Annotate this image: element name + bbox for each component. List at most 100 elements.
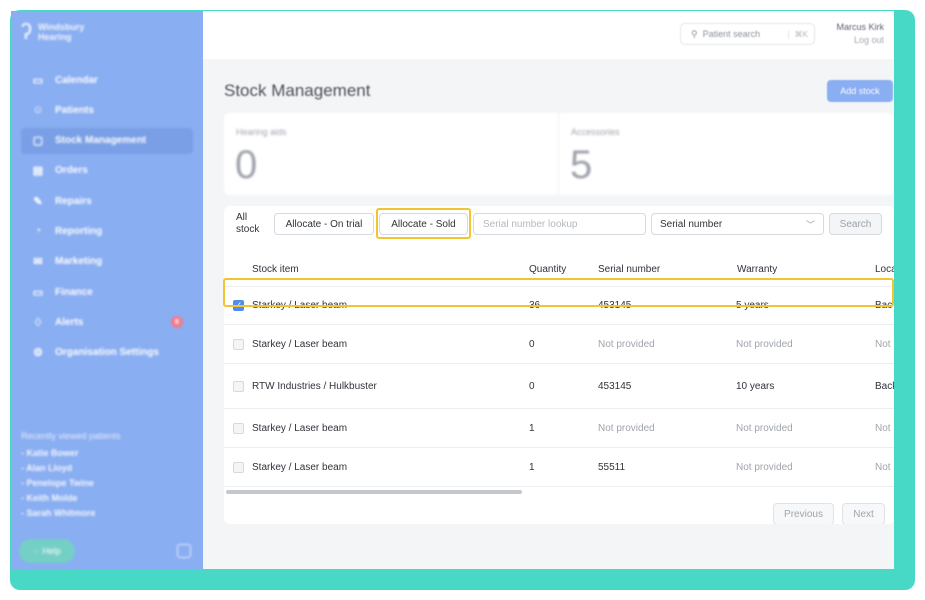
top-bar: ⚲ Patient search ⌘K Marcus Kirk Log out (203, 11, 894, 59)
table-row[interactable]: Starkey / Laser beam 1 55511 Not provided No… (224, 448, 894, 487)
checkmark-icon: ✓ (234, 300, 243, 310)
page-title: Stock Management (224, 81, 371, 100)
help-button[interactable]: ◌ Help (19, 539, 75, 563)
tab-all-stock-label-1: All (236, 212, 248, 223)
cell-warranty: Not provided (736, 423, 793, 434)
search-icon: ⚲ (691, 28, 698, 39)
stat-hearing-aids-value: 0 (235, 143, 258, 187)
cell-stock-item: Starkey / Laser beam (252, 300, 348, 311)
sidebar-collapse-icon[interactable] (177, 544, 191, 558)
table-horizontal-scrollbar[interactable] (226, 490, 522, 494)
sidebar-item-label: Calendar (55, 74, 98, 86)
cell-warranty: Not provided (736, 339, 793, 350)
row-checkbox[interactable] (233, 462, 244, 473)
cell-quantity: 1 (529, 423, 535, 434)
previous-page-button[interactable]: Previous (773, 503, 834, 524)
allocate-on-trial-button[interactable]: Allocate - On trial (274, 213, 374, 235)
sidebar-item-label: Organisation Settings (55, 347, 159, 359)
cell-location: Not (875, 462, 891, 473)
alerts-count-badge: 6 (171, 316, 183, 329)
sidebar-item-icon: ▭ (32, 74, 44, 87)
sidebar-item-label: Alerts (55, 316, 84, 328)
sidebar-item-calendar[interactable]: ▭ Calendar (21, 67, 193, 93)
recent-patients-title: Recently viewed patients (21, 431, 121, 441)
row-checkbox[interactable] (233, 339, 244, 350)
brand-logo[interactable]: ʔ Windsbury Hearing (21, 21, 84, 43)
table-row[interactable]: RTW Industries / Hulkbuster 0 453145 10 yea… (224, 364, 894, 409)
cell-serial-number: Not provided (598, 339, 655, 350)
recent-patient-link[interactable]: - Sarah Whitmore (21, 508, 121, 518)
table-row[interactable]: Starkey / Laser beam 1 Not provided Not pro… (224, 409, 894, 448)
recent-patient-link[interactable]: - Alan Lloyd (21, 463, 121, 473)
cell-quantity: 0 (529, 339, 535, 350)
cell-quantity: 36 (529, 300, 541, 311)
sidebar-item-icon: ✉ (33, 256, 43, 269)
cell-location: Back (875, 381, 894, 392)
table-row[interactable]: Starkey / Laser beam 0 Not provided Not pro… (224, 325, 894, 364)
column-header-stock-item: Stock item (252, 264, 299, 275)
sidebar-item-reporting[interactable]: ◔ Reporting (21, 218, 193, 244)
brand-name-line2: Hearing (38, 32, 72, 42)
search-shortcut: ⌘K (787, 29, 808, 39)
stat-hearing-aids: Hearing aids 0 (224, 113, 558, 195)
table-row[interactable]: ✓ Starkey / Laser beam 36 453145 5 years Bac (224, 287, 894, 325)
row-checkbox[interactable] (233, 423, 244, 434)
sidebar-item-marketing[interactable]: ✉ Marketing (21, 249, 193, 275)
serial-number-lookup-input[interactable]: Serial number lookup (473, 213, 646, 235)
user-menu: Marcus Kirk Log out (836, 22, 884, 45)
sidebar-item-icon: ▭ (32, 286, 44, 299)
patient-search-placeholder: Patient search (702, 29, 761, 39)
stat-accessories-label: Accessories (571, 127, 620, 137)
brand-name-line1: Windsbury (38, 22, 85, 32)
next-page-button[interactable]: Next (842, 503, 885, 524)
sidebar-item-icon: ◔ (34, 225, 42, 238)
add-stock-button[interactable]: Add stock (827, 80, 893, 102)
recent-patient-link[interactable]: - Keith Molde (21, 493, 121, 503)
search-button[interactable]: Search (829, 213, 882, 235)
sidebar-item-alerts[interactable]: ♢ Alerts 6 (21, 309, 193, 335)
sidebar-item-label: Patients (55, 104, 94, 116)
column-header-location: Loca (875, 264, 894, 275)
sidebar-nav: ▭ Calendar ☺ Patients ▢ Stock Management ▤ Orde… (21, 67, 193, 370)
tab-all-stock[interactable]: All stock (236, 212, 259, 236)
sidebar-item-label: Finance (55, 286, 93, 298)
sidebar-item-label: Reporting (55, 225, 103, 237)
sidebar-item-stock-management[interactable]: ▢ Stock Management (21, 127, 193, 154)
sidebar-item-finance[interactable]: ▭ Finance (21, 279, 193, 305)
sidebar-item-icon: ▤ (32, 165, 44, 178)
sidebar-item-icon: ☺ (32, 104, 44, 117)
stat-accessories: Accessories 5 (559, 113, 894, 195)
search-field-select-value: Serial number (660, 218, 723, 230)
row-checkbox[interactable] (233, 381, 244, 392)
sidebar-item-icon: ♢ (33, 316, 43, 329)
sidebar-item-organisation-settings[interactable]: ⚙ Organisation Settings (21, 340, 193, 366)
patient-search-input[interactable]: ⚲ Patient search ⌘K (680, 23, 815, 45)
cell-location: Not (875, 423, 891, 434)
sidebar-item-icon: ✎ (33, 195, 43, 208)
help-label: Help (42, 546, 61, 556)
cell-stock-item: Starkey / Laser beam (252, 339, 348, 350)
sidebar-item-orders[interactable]: ▤ Orders (21, 158, 193, 184)
help-icon: ◌ (33, 546, 39, 556)
brand-name: Windsbury Hearing (38, 22, 84, 42)
sidebar-item-icon: ⚙ (33, 347, 43, 360)
cell-quantity: 1 (529, 462, 535, 473)
sidebar-item-icon: ▢ (32, 135, 44, 148)
recent-patients: Recently viewed patients - Katie Bower - … (21, 431, 121, 523)
sidebar-item-patients[interactable]: ☺ Patients (21, 97, 193, 123)
cell-stock-item: RTW Industries / Hulkbuster (252, 381, 377, 392)
user-name: Marcus Kirk (836, 22, 884, 32)
sidebar-item-label: Stock Management (55, 135, 147, 147)
column-header-quantity: Quantity (529, 264, 567, 275)
row-checkbox[interactable]: ✓ (233, 300, 244, 311)
allocate-sold-button[interactable]: Allocate - Sold (379, 213, 468, 235)
search-field-select[interactable]: Serial number ﹀ (651, 213, 824, 235)
stock-stats: Hearing aids 0 Accessories 5 (224, 113, 894, 195)
sidebar-item-repairs[interactable]: ✎ Repairs (21, 188, 193, 214)
cell-serial-number: 453145 (598, 300, 632, 311)
recent-patient-link[interactable]: - Penelope Twine (21, 478, 121, 488)
cell-stock-item: Starkey / Laser beam (252, 423, 348, 434)
logout-link[interactable]: Log out (836, 35, 884, 45)
recent-patient-link[interactable]: - Katie Bower (21, 448, 121, 458)
cell-location: Not (875, 339, 891, 350)
